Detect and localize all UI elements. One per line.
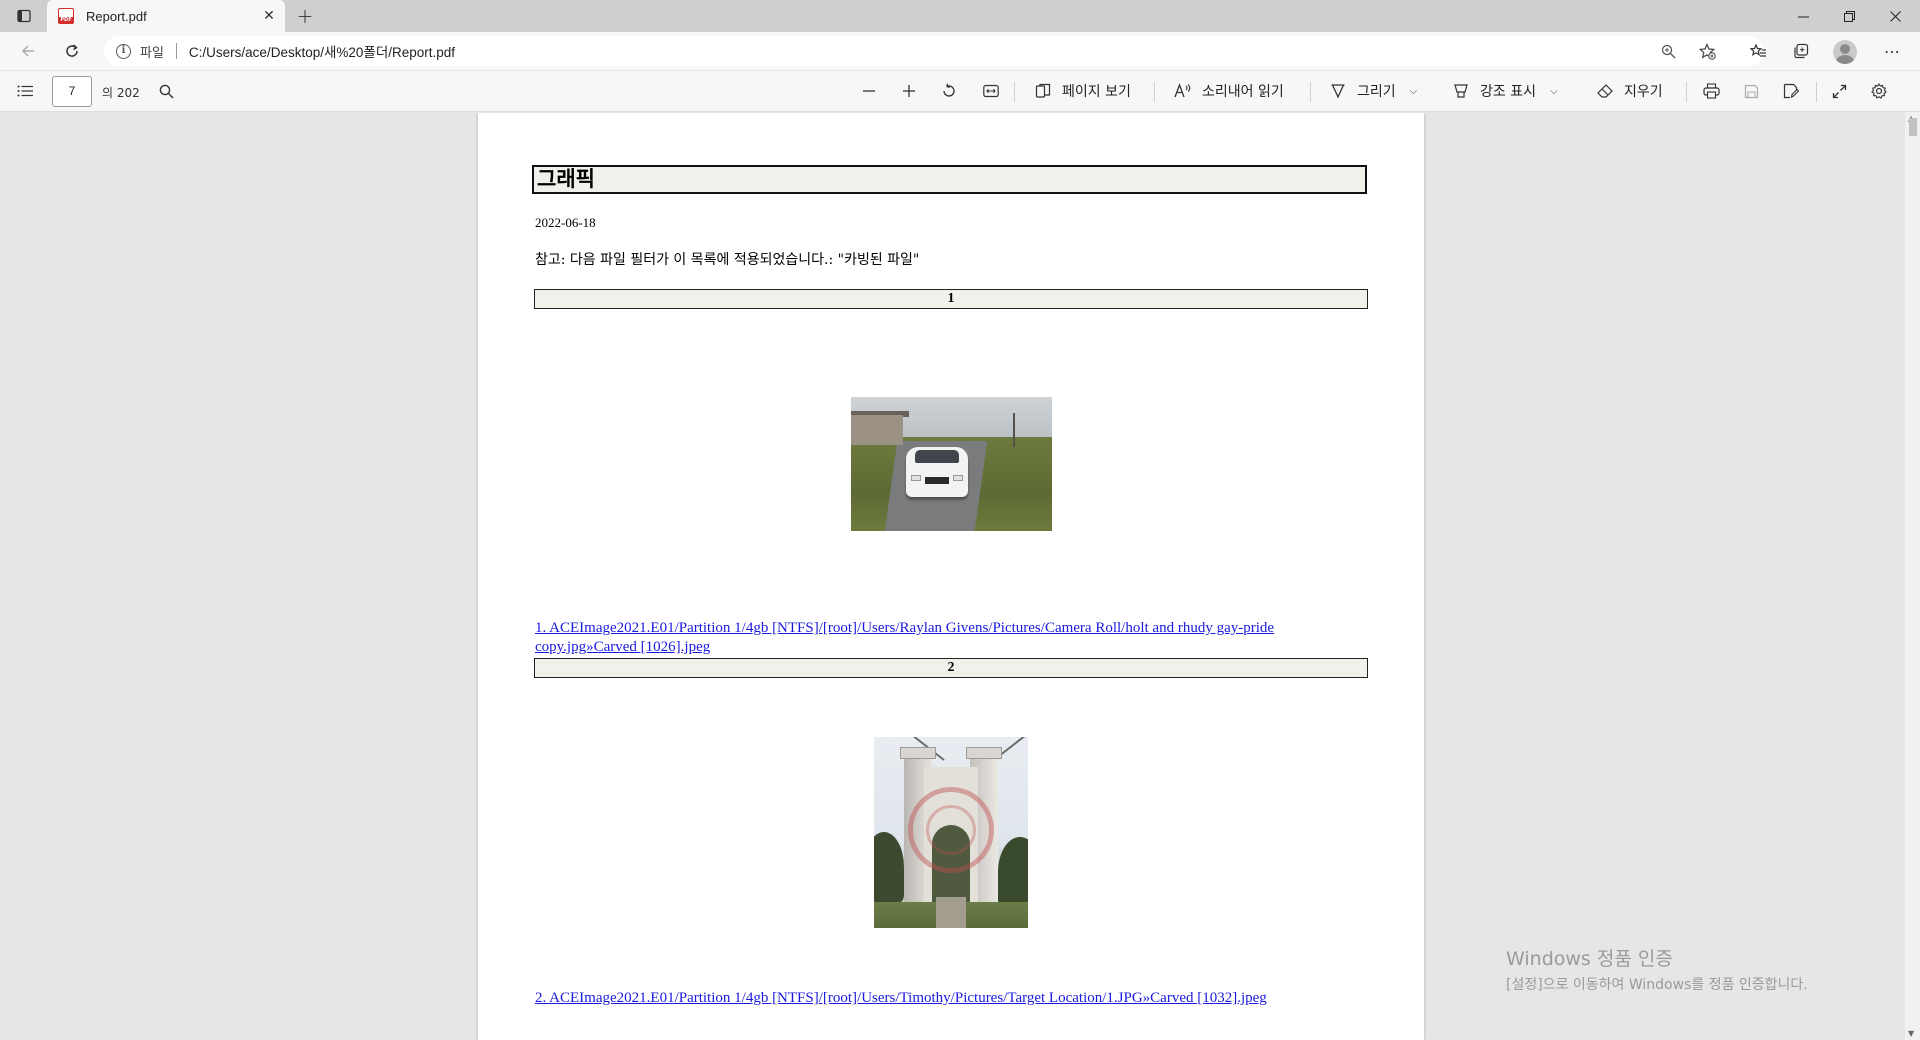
fit-width-icon	[980, 80, 1002, 102]
page-number-input[interactable]: 7	[52, 76, 92, 107]
draw-pen-icon	[1327, 80, 1349, 102]
minus-icon	[858, 80, 880, 102]
highlighter-icon	[1450, 80, 1472, 102]
more-options-icon[interactable]: ⋯	[1876, 35, 1908, 67]
toolbar-divider	[1686, 82, 1687, 102]
gear-icon	[1868, 80, 1890, 102]
print-button[interactable]	[1700, 77, 1722, 105]
windows-activation-watermark: Windows 정품 인증 [설정]으로 이동하여 Windows를 정품 인증…	[1506, 944, 1808, 994]
zoom-icon[interactable]	[1657, 40, 1679, 62]
record-link-line: 2. ACEImage2021.E01/Partition 1/4gb [NTF…	[535, 990, 1267, 1006]
address-bar[interactable]: i 파일 C:/Users/ace/Desktop/새%20폴더/Report.…	[104, 36, 1764, 66]
refresh-icon[interactable]	[56, 35, 88, 67]
draw-label: 그리기	[1357, 84, 1396, 100]
toolbar-divider	[1310, 82, 1311, 102]
read-aloud-button[interactable]: 소리내어 읽기	[1172, 77, 1284, 105]
watermark-subtitle: [설정]으로 이동하여 Windows를 정품 인증합니다.	[1506, 977, 1808, 993]
page-view-icon	[1032, 80, 1054, 102]
filter-note: 참고: 다음 파일 필터가 이 목록에 적용되었습니다.: "카빙된 파일"	[535, 252, 920, 268]
collections-icon[interactable]	[1784, 35, 1816, 67]
site-info-icon[interactable]: i	[116, 43, 131, 59]
read-aloud-label: 소리내어 읽기	[1202, 84, 1284, 100]
save-as-icon	[1780, 80, 1802, 102]
chevron-down-icon[interactable]: ⌵	[1410, 86, 1418, 97]
zoom-in-button[interactable]	[898, 77, 920, 105]
page-total-label: 의 202	[102, 86, 140, 100]
profile-avatar[interactable]	[1833, 40, 1857, 64]
close-window-button[interactable]	[1872, 0, 1918, 32]
restore-button[interactable]	[1826, 0, 1872, 32]
erase-button[interactable]: 지우기	[1594, 77, 1663, 105]
address-divider	[175, 43, 177, 59]
save-icon	[1740, 80, 1762, 102]
zoom-out-button[interactable]	[858, 77, 880, 105]
highlight-label: 강조 표시	[1480, 84, 1536, 100]
report-date: 2022-06-18	[535, 215, 596, 230]
record-link-line: copy.jpg»Carved [1026].jpeg	[535, 639, 711, 655]
record-link-line: 1. ACEImage2021.E01/Partition 1/4gb [NTF…	[535, 620, 1275, 636]
watermark-title: Windows 정품 인증	[1506, 948, 1673, 970]
tab-title: Report.pdf	[86, 8, 147, 24]
settings-button[interactable]	[1868, 77, 1890, 105]
table-of-contents-icon[interactable]	[10, 76, 40, 106]
draw-button[interactable]: 그리기 ⌵	[1327, 77, 1417, 105]
save-as-button[interactable]	[1780, 77, 1802, 105]
toolbar-divider	[1014, 82, 1015, 102]
rotate-button[interactable]	[938, 77, 960, 105]
toolbar-divider	[1154, 82, 1155, 102]
expand-icon	[1828, 80, 1850, 102]
read-aloud-icon	[1172, 80, 1194, 102]
record-file-link[interactable]: 1. ACEImage2021.E01/Partition 1/4gb [NTF…	[535, 619, 1335, 657]
record-image-police-car	[851, 397, 1052, 531]
navigation-bar: i 파일 C:/Users/ace/Desktop/새%20폴더/Report.…	[0, 32, 1920, 70]
chevron-down-icon[interactable]: ⌵	[1550, 86, 1558, 97]
back-icon[interactable]	[12, 35, 44, 67]
page-view-button[interactable]: 페이지 보기	[1032, 77, 1131, 105]
favorites-icon[interactable]	[1742, 35, 1774, 67]
minimize-button[interactable]	[1780, 0, 1826, 32]
close-tab-icon[interactable]: ✕	[261, 8, 277, 24]
pdf-page: 그래픽 2022-06-18 참고: 다음 파일 필터가 이 목록에 적용되었습…	[478, 113, 1424, 1040]
scrollbar-thumb[interactable]	[1909, 118, 1917, 136]
pdf-viewport[interactable]: 그래픽 2022-06-18 참고: 다음 파일 필터가 이 목록에 적용되었습…	[0, 113, 1905, 1040]
new-tab-button[interactable]: +	[289, 0, 321, 32]
scheme-label: 파일	[140, 45, 164, 61]
save-button[interactable]	[1740, 77, 1762, 105]
print-icon	[1700, 80, 1722, 102]
vertical-scrollbar[interactable]: ▲ ▼	[1905, 112, 1920, 1040]
search-icon[interactable]	[152, 77, 180, 105]
eraser-icon	[1594, 80, 1616, 102]
url-text[interactable]: C:/Users/ace/Desktop/새%20폴더/Report.pdf	[189, 41, 455, 61]
record-header: 1	[534, 289, 1368, 309]
record-header: 2	[534, 658, 1368, 678]
page-title: 그래픽	[532, 165, 1367, 194]
scroll-down-arrow-icon[interactable]: ▼	[1908, 1029, 1914, 1038]
page-view-label: 페이지 보기	[1062, 84, 1131, 100]
rotate-icon	[938, 80, 960, 102]
fit-width-button[interactable]	[980, 77, 1002, 105]
highlight-button[interactable]: 강조 표시 ⌵	[1450, 77, 1558, 105]
record-image-bridge-tower	[874, 737, 1028, 928]
pdf-toolbar: 7 의 202 페이지 보기 소리내어 읽기 그리기 ⌵ 강조 표시 ⌵ 지우기	[0, 70, 1920, 112]
pdf-file-icon: PDF	[58, 8, 74, 24]
erase-label: 지우기	[1624, 84, 1663, 100]
tab-strip: PDF Report.pdf ✕ +	[0, 0, 1920, 32]
fullscreen-button[interactable]	[1828, 77, 1850, 105]
record-file-link[interactable]: 2. ACEImage2021.E01/Partition 1/4gb [NTF…	[535, 989, 1375, 1008]
toolbar-divider	[1816, 82, 1817, 102]
tab-actions-icon[interactable]	[8, 0, 40, 32]
add-favorite-icon[interactable]	[1696, 40, 1718, 62]
tab-report-pdf[interactable]: PDF Report.pdf ✕	[47, 0, 285, 32]
plus-icon	[898, 80, 920, 102]
